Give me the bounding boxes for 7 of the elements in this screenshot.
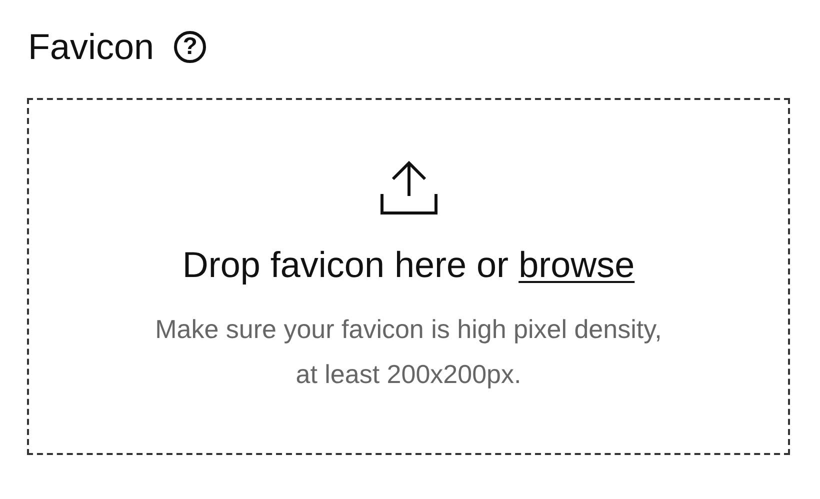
hint-text: Make sure your favicon is high pixel density, at least 200x200px. bbox=[154, 313, 663, 391]
help-icon[interactable]: ? bbox=[174, 31, 206, 63]
drop-prompt: Drop favicon here or browse bbox=[182, 243, 635, 287]
browse-link[interactable]: browse bbox=[518, 244, 635, 285]
upload-icon bbox=[380, 160, 438, 216]
section-title: Favicon bbox=[28, 25, 154, 69]
drop-zone[interactable]: Drop favicon here or browse Make sure your favicon is high pixel density, at least 200x200px. bbox=[27, 98, 790, 455]
